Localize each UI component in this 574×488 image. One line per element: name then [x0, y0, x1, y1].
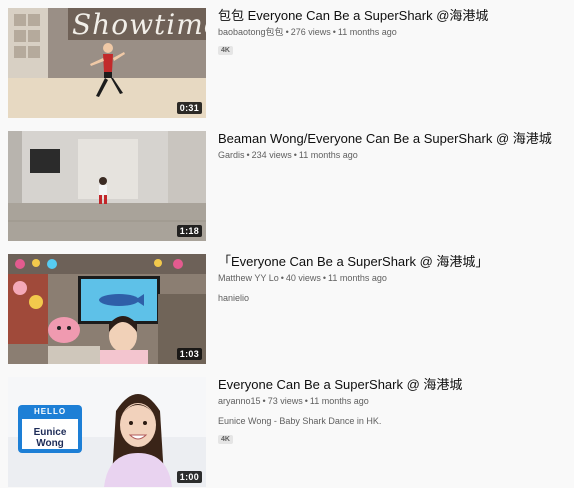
video-subline: aryanno15 • 73 views • 11 months ago	[218, 395, 570, 407]
video-meta: 「Everyone Can Be a SuperShark @ 海港城」 Mat…	[218, 254, 570, 304]
video-meta: Everyone Can Be a SuperShark @ 海港城 aryan…	[218, 377, 570, 446]
video-meta: Beaman Wong/Everyone Can Be a SuperShark…	[218, 131, 570, 161]
video-title[interactable]: 包包 Everyone Can Be a SuperShark @海港城	[218, 8, 570, 24]
video-subline: Gardis • 234 views • 11 months ago	[218, 149, 570, 161]
video-meta: 包包 Everyone Can Be a SuperShark @海港城 bao…	[218, 8, 570, 57]
duration-badge: 1:00	[176, 471, 202, 483]
video-thumbnail[interactable]: 1:18	[8, 131, 206, 241]
video-result-item[interactable]: Showtime 0:31 包包 Everyone Can Be a Super…	[0, 8, 574, 128]
upload-age: 11 months ago	[337, 27, 397, 37]
view-count: 73 views	[267, 396, 303, 406]
video-thumbnail[interactable]: 1:03	[8, 254, 206, 364]
quality-badge: 4K	[218, 46, 233, 55]
video-result-item[interactable]: 1:03 「Everyone Can Be a SuperShark @ 海港城…	[0, 254, 574, 374]
thumbnail-logo-text: Showtime	[72, 8, 206, 41]
room-image	[8, 131, 206, 241]
channel-name[interactable]: Matthew YY Lo	[218, 273, 279, 283]
duration-badge: 1:18	[176, 225, 202, 237]
video-result-item[interactable]: 1:18 Beaman Wong/Everyone Can Be a Super…	[0, 131, 574, 251]
separator: •	[293, 150, 297, 160]
video-title[interactable]: Beaman Wong/Everyone Can Be a SuperShark…	[218, 131, 570, 147]
separator: •	[322, 273, 327, 283]
separator: •	[262, 396, 266, 406]
duration-badge: 1:03	[176, 348, 202, 360]
duration-badge: 0:31	[176, 102, 202, 114]
separator: •	[246, 150, 250, 160]
view-count: 40 views	[285, 273, 321, 283]
video-thumbnail[interactable]: HELLO Eunice Wong 1:00	[8, 377, 206, 487]
video-title[interactable]: 「Everyone Can Be a SuperShark @ 海港城」	[218, 254, 570, 270]
sticker-name-text: Eunice Wong	[33, 427, 67, 449]
video-description: hanielio	[218, 293, 250, 303]
sticker-hello-text: HELLO	[33, 407, 67, 416]
separator: •	[304, 396, 308, 406]
living-room-image	[8, 254, 206, 364]
separator: •	[332, 27, 336, 37]
video-results-list: Showtime 0:31 包包 Everyone Can Be a Super…	[0, 0, 574, 488]
view-count: 276 views	[290, 27, 331, 37]
channel-name[interactable]: baobaotong包包	[218, 27, 284, 37]
video-subline: baobaotong包包 • 276 views • 11 months ago	[218, 26, 570, 38]
upload-age: 11 months ago	[298, 150, 358, 160]
channel-name[interactable]: Gardis	[218, 150, 245, 160]
quality-badge: 4K	[218, 435, 233, 444]
separator: •	[280, 273, 284, 283]
separator: •	[285, 27, 289, 37]
video-subline: Matthew YY Lo • 40 views • 11 months ago	[218, 272, 570, 284]
video-title[interactable]: Everyone Can Be a SuperShark @ 海港城	[218, 377, 570, 393]
view-count: 234 views	[251, 150, 292, 160]
upload-age: 11 months ago	[328, 273, 387, 283]
video-result-item[interactable]: HELLO Eunice Wong 1:00 Everyone Can Be a…	[0, 377, 574, 488]
upload-age: 11 months ago	[309, 396, 369, 406]
video-description: Eunice Wong - Baby Shark Dance in HK.	[218, 416, 382, 426]
channel-name[interactable]: aryanno15	[218, 396, 261, 406]
video-thumbnail[interactable]: Showtime 0:31	[8, 8, 206, 118]
